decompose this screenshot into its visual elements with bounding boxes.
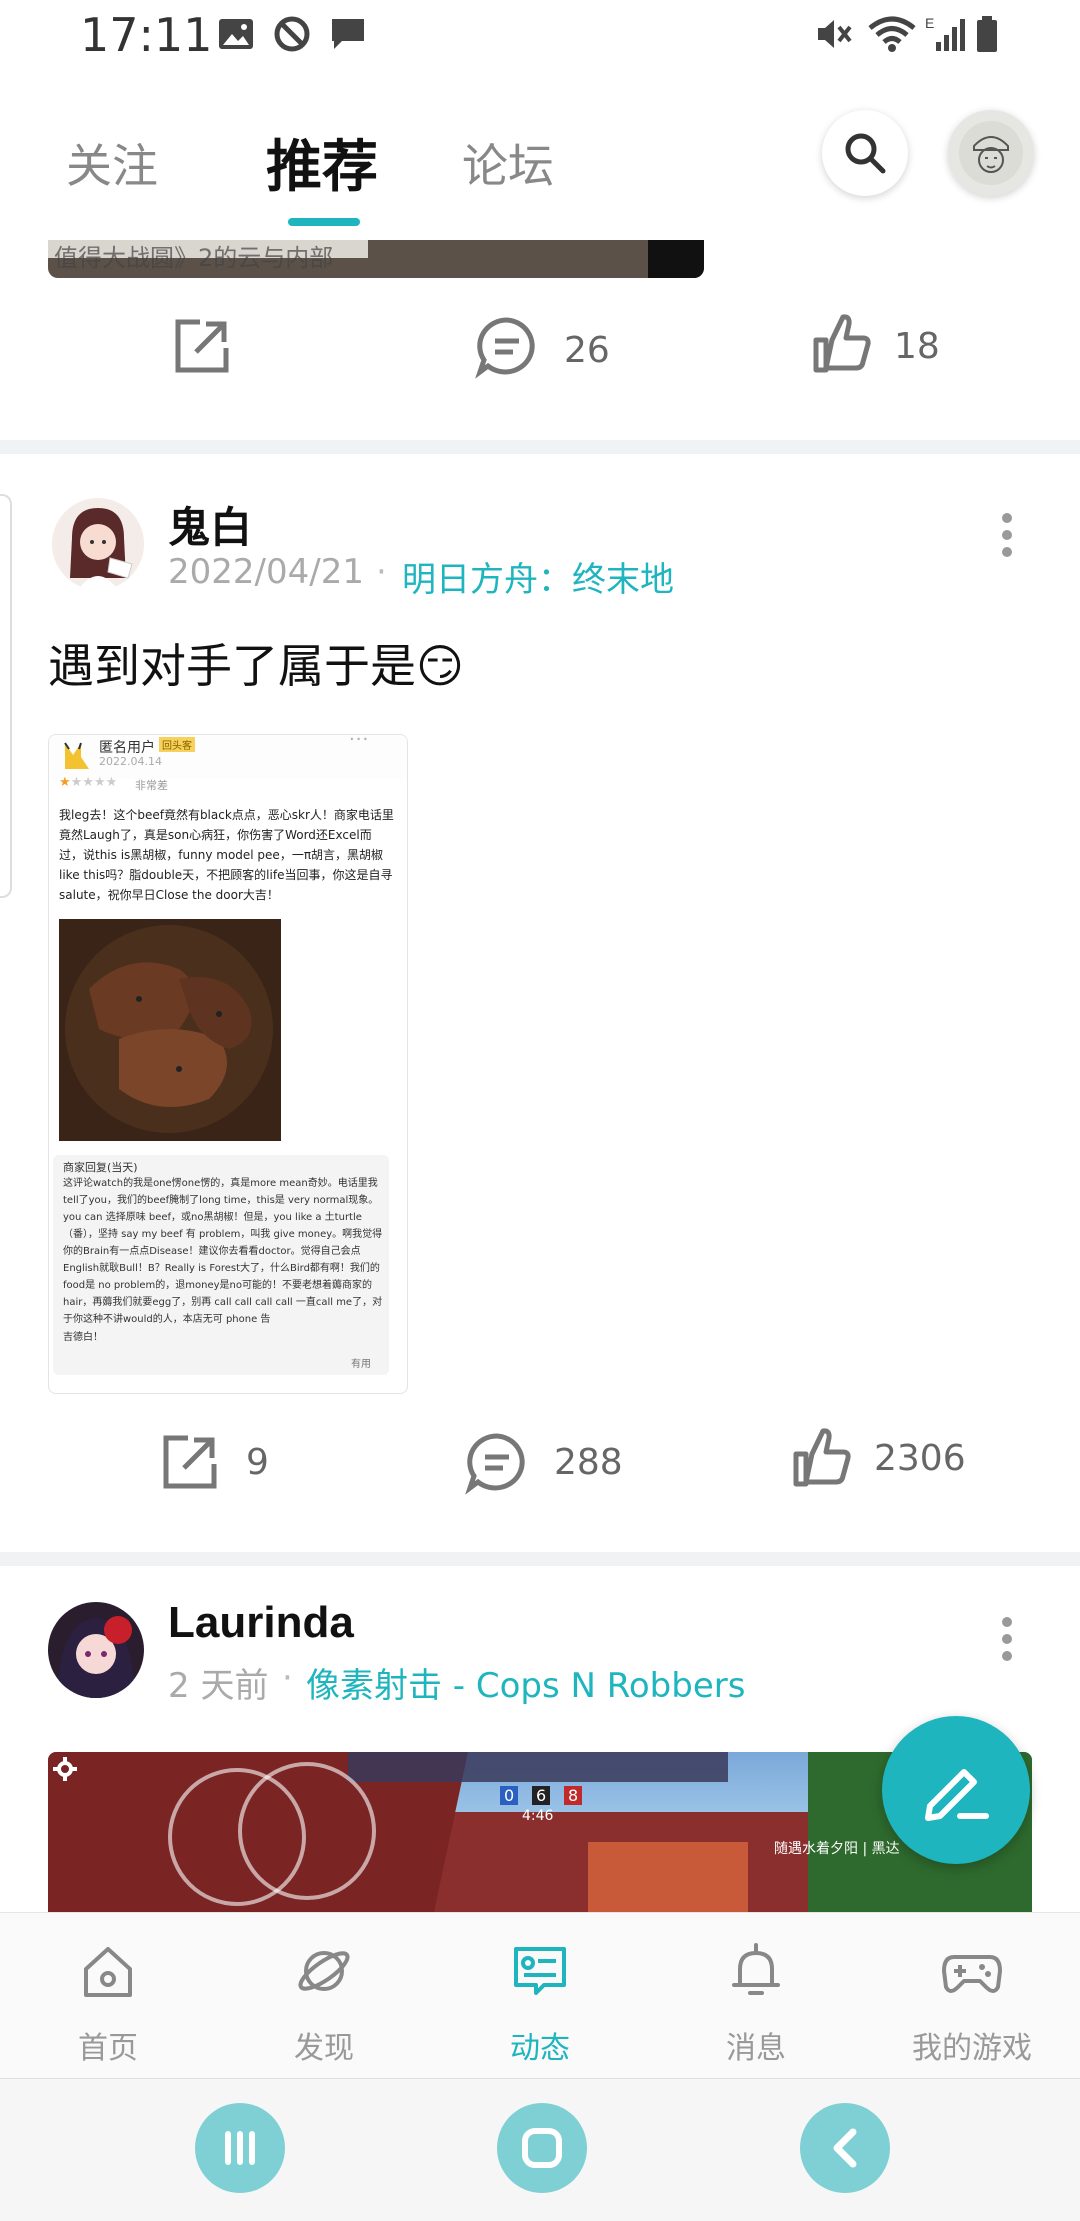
recent-apps-icon [225,2131,255,2165]
post-divider [0,1552,1080,1566]
user-avatar-button[interactable] [948,110,1034,196]
helpful-label: 有用 [351,1359,371,1370]
post-date: 2022/04/21 [168,552,364,592]
merchant-reply: 商家回复(当天) 这评论watch的我是one愣one愣的，真是more mea… [53,1155,389,1375]
pen-icon [925,1769,989,1821]
nav-messages-label: 消息 [726,2031,786,2066]
tab-recommend[interactable]: 推荐 [266,122,378,203]
nav-messages[interactable]: 消息 [648,1913,864,2079]
top-nav: 关注 推荐 论坛 [0,70,1080,240]
review-more-icon: ··· [349,734,370,750]
feed-card-icon [514,1947,566,1995]
game-timer: 4:46 [522,1808,554,1824]
game-caption: 随遇水着夕阳 | 黑达 [774,1841,900,1857]
like-count: 2306 [874,1438,966,1479]
review-badge: 回头客 [159,737,195,752]
more-options-icon[interactable] [1002,1610,1014,1668]
post-image[interactable]: 匿名用户 回头客 ··· 2022.04.14 ★★★★★ 非常差 我leg去！… [48,734,408,1394]
score-mid: 6 [532,1786,551,1805]
nav-home[interactable]: 首页 [0,1913,216,2079]
post-game-tag[interactable]: 像素射击 - Cops N Robbers [306,1658,745,1707]
home-icon [84,1947,132,1997]
share-count: 9 [246,1442,269,1483]
steak-photo [59,919,281,1141]
post-text: 遇到对手了属于是😏 [48,639,464,693]
score-left: 0 [500,1786,519,1805]
avatar[interactable] [48,1602,144,1698]
nav-feed-label: 动态 [510,2031,570,2066]
bell-icon [732,1943,780,1995]
status-time: 17:11 [80,8,213,62]
previous-post-comment-count: 26 [564,330,610,371]
like-icon[interactable] [810,312,874,376]
planet-icon [298,1951,350,1991]
nav-my-games[interactable]: 我的游戏 [864,1913,1080,2079]
avatar [959,121,1023,185]
recent-apps-button[interactable] [195,2103,285,2193]
nav-feed[interactable]: 动态 [432,1913,648,2079]
reply-title: 商家回复(当天) [63,1161,138,1174]
post-author[interactable]: Laurinda [168,1598,354,1648]
nav-discover[interactable]: 发现 [216,1913,432,2079]
post-date: 2 天前 [168,1666,269,1706]
home-system-button[interactable] [497,2103,587,2193]
home-square-icon [522,2128,562,2168]
meta-separator: · [282,1658,293,1698]
system-nav-bar [0,2078,1080,2221]
search-icon [845,133,886,174]
gallery-icon [219,19,253,49]
post-actions: 9 288 2306 [0,1428,1080,1534]
avatar[interactable] [52,498,144,590]
settings-icon [53,1757,77,1781]
back-button[interactable] [800,2103,890,2193]
post-author[interactable]: 鬼白 [168,494,252,555]
review-date: 2022.04.14 [99,755,162,768]
like-icon[interactable] [790,1426,854,1490]
gamepad-icon [942,1955,1002,1993]
side-handle[interactable] [0,494,12,898]
comment-icon[interactable] [474,314,540,380]
share-icon[interactable] [170,314,234,378]
blocked-icon [274,16,310,52]
reply-end: 吉德白！ [63,1332,103,1343]
previous-post-image-caption: 值得大战圆》2的云与内部 [54,244,334,272]
wifi-icon [868,16,916,52]
search-button[interactable] [822,110,908,196]
back-icon [833,2128,857,2168]
nav-home-label: 首页 [78,2031,138,2066]
previous-post-like-count: 18 [894,326,940,367]
comment-count: 288 [554,1442,623,1483]
post-card[interactable]: 鬼白 2022/04/21 · 明日方舟：终末地 遇到对手了属于是😏 匿名用户 … [0,454,1080,1454]
reply-text: 这评论watch的我是one愣one愣的，真是more mean奇妙。电话里我t… [63,1178,383,1325]
review-stars: ★★★★★ [59,775,118,790]
pikachu-icon [64,742,89,769]
virtual-joystick [238,1762,376,1900]
previous-post-image[interactable]: 值得大战圆》2的云与内部 [48,240,704,278]
compose-button[interactable] [882,1716,1030,1864]
post-divider [0,440,1080,454]
svg-text:E: E [925,15,934,31]
meta-separator: · [376,552,387,592]
nav-discover-label: 发现 [294,2031,354,2066]
nav-my-games-label: 我的游戏 [912,2031,1032,2066]
review-user: 匿名用户 [99,740,155,756]
bottom-nav: 首页 发现 动态 消息 我的游戏 [0,1912,1080,2079]
review-text: 我leg去！这个beef竟然有black点点，恶心skr人！商家电话里竟然Lau… [59,808,394,902]
more-options-icon[interactable] [1002,506,1014,564]
battery-icon [977,16,997,52]
mute-icon [818,20,852,48]
status-bar: 17:11 E [0,0,1080,70]
message-icon [332,19,364,49]
tab-forum[interactable]: 论坛 [462,130,554,196]
previous-post-actions: 26 18 [0,300,1080,400]
share-icon[interactable] [158,1430,222,1494]
comment-icon[interactable] [464,1430,530,1496]
post-game-tag[interactable]: 明日方舟：终末地 [402,552,674,601]
review-rating-label: 非常差 [135,779,168,792]
signal-icon: E [925,15,965,51]
feed: 值得大战圆》2的云与内部 26 18 鬼白 2022/04/21 · 明日方舟：… [0,240,1080,1912]
active-tab-indicator [288,218,360,226]
tab-follow[interactable]: 关注 [66,130,158,196]
score-right: 8 [564,1786,583,1805]
